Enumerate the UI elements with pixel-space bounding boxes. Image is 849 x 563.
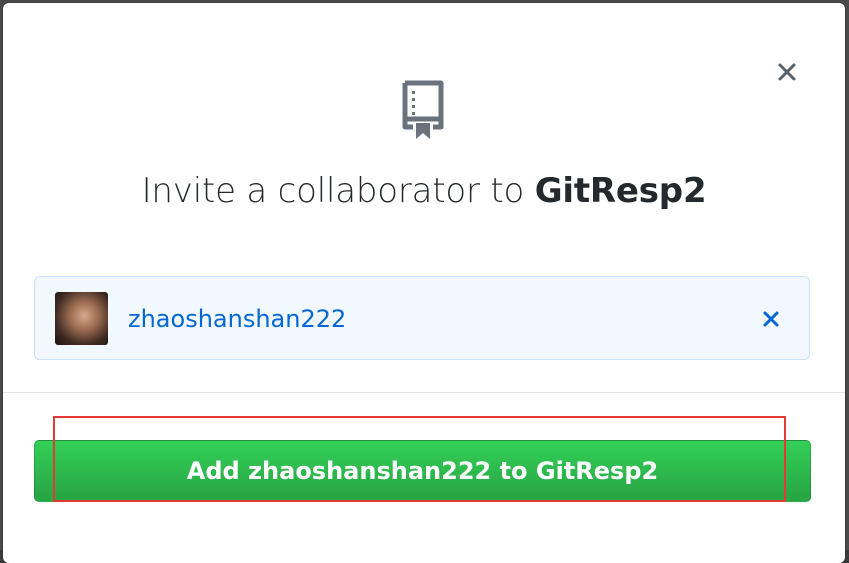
dialog-title: Invite a collaborator to GitResp2: [3, 171, 845, 211]
title-prefix: Invite a collaborator to: [141, 171, 535, 211]
selected-username[interactable]: zhaoshanshan222: [128, 305, 346, 333]
close-icon: [763, 311, 779, 327]
remove-user-button[interactable]: [757, 305, 785, 333]
invite-collaborator-dialog: Invite a collaborator to GitResp2 zhaosh…: [3, 3, 845, 563]
repo-book-icon: [402, 80, 444, 139]
add-collaborator-button[interactable]: Add zhaoshanshan222 to GitResp2: [34, 440, 811, 502]
selected-user-card: zhaoshanshan222: [34, 276, 810, 360]
repo-name: GitResp2: [534, 171, 707, 211]
avatar: [55, 292, 108, 345]
close-dialog-button[interactable]: [773, 58, 801, 86]
dialog-divider: [3, 392, 845, 393]
close-icon: [778, 63, 796, 81]
